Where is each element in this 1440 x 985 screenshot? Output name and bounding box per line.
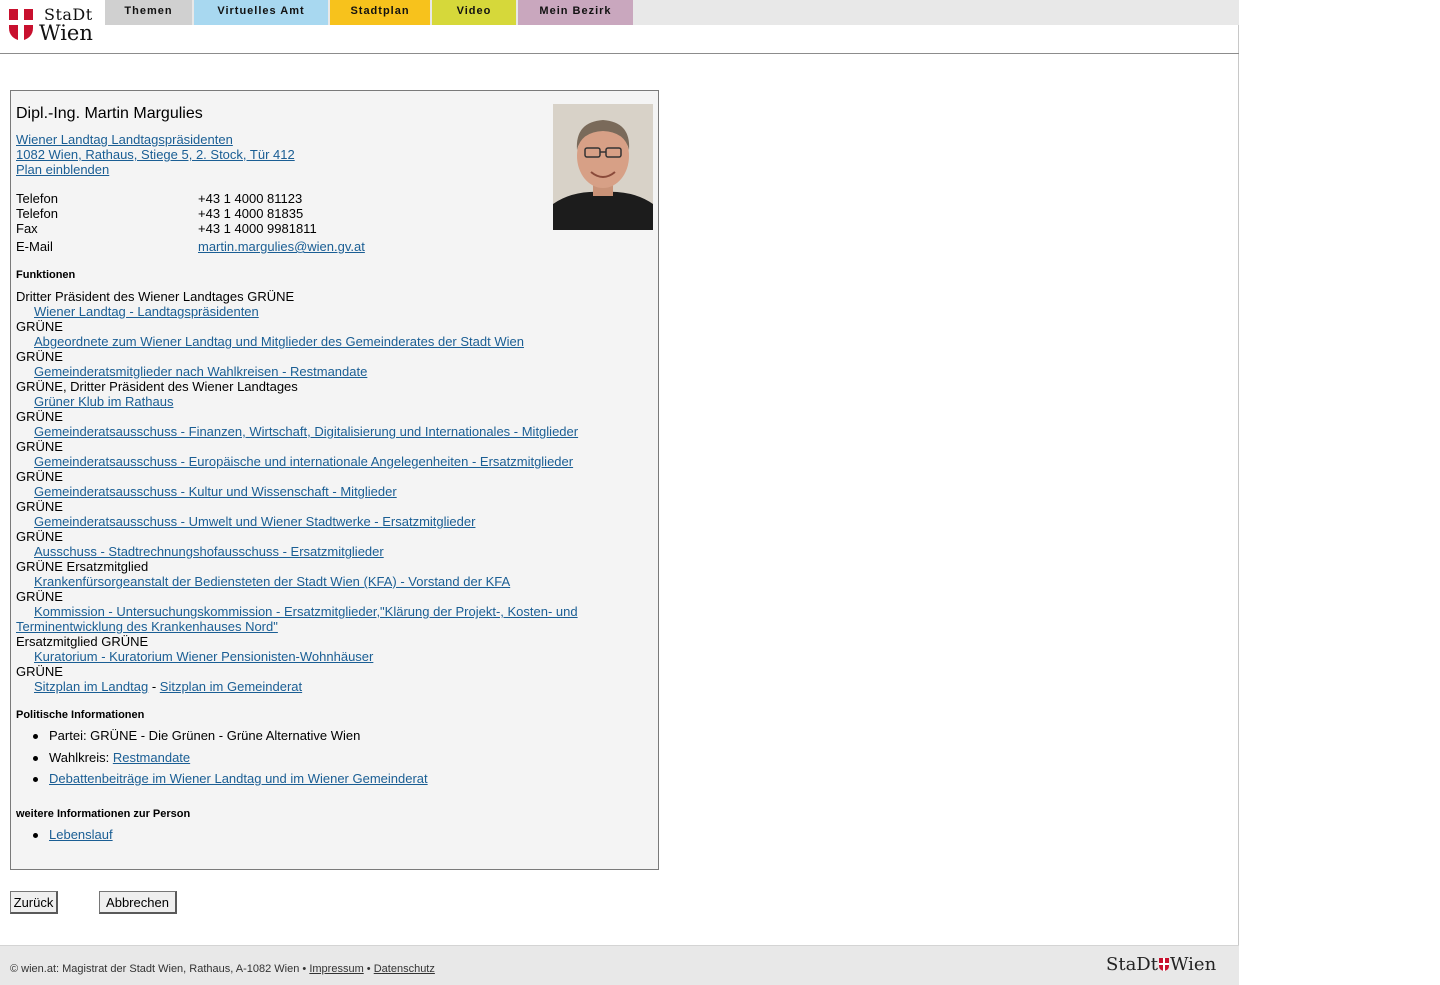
list-bullet bbox=[33, 777, 38, 782]
nav-tab-video[interactable]: Video bbox=[432, 0, 516, 25]
contact-label: Telefon bbox=[16, 191, 58, 206]
lebenslauf-link[interactable]: Lebenslauf bbox=[49, 827, 113, 842]
contact-value: +43 1 4000 9981811 bbox=[198, 221, 317, 236]
list-bullet bbox=[33, 756, 38, 761]
contact-value: +43 1 4000 81123 bbox=[198, 191, 303, 206]
wien-shield-icon bbox=[9, 9, 33, 41]
nav-tab-virtuelles-amt[interactable]: Virtuelles Amt bbox=[194, 0, 328, 25]
back-button[interactable]: Zurück bbox=[10, 891, 58, 914]
address-link[interactable]: 1082 Wien, Rathaus, Stiege 5, 2. Stock, … bbox=[16, 147, 295, 162]
sitzplan-row: Sitzplan im Landtag - Sitzplan im Gemein… bbox=[34, 679, 302, 694]
sitzplan-gemeinderat-link[interactable]: Sitzplan im Gemeinderat bbox=[160, 679, 302, 694]
function-link[interactable]: Gemeinderatsausschuss - Kultur und Wisse… bbox=[34, 484, 397, 499]
nav-tab-stadtplan[interactable]: Stadtplan bbox=[330, 0, 430, 25]
politische-heading: Politische Informationen bbox=[16, 709, 145, 721]
debatten-link[interactable]: Debattenbeiträge im Wiener Landtag und i… bbox=[49, 771, 428, 786]
partei-info: Partei: GRÜNE - Die Grünen - Grüne Alter… bbox=[49, 728, 361, 743]
nav-tab-themen[interactable]: Themen bbox=[105, 0, 192, 25]
right-margin bbox=[1240, 0, 1440, 985]
sitzplan-separator: - bbox=[151, 679, 157, 694]
function-link[interactable]: Ausschuss - Stadtrechnungshofausschuss -… bbox=[34, 544, 384, 559]
site-footer: © wien.at: Magistrat der Stadt Wien, Rat… bbox=[0, 945, 1239, 985]
footer-logo-wien: Wien bbox=[1169, 954, 1217, 975]
org-link[interactable]: Wiener Landtag Landtagspräsidenten bbox=[16, 132, 233, 147]
function-link[interactable]: Krankenfürsorgeanstalt der Bediensteten … bbox=[34, 574, 510, 589]
person-photo bbox=[553, 104, 653, 230]
impressum-link[interactable]: Impressum bbox=[309, 963, 363, 975]
wahlkreis-label: Wahlkreis: bbox=[49, 750, 110, 765]
function-link[interactable]: Gemeinderatsausschuss - Umwelt und Wiene… bbox=[34, 514, 475, 529]
contact-label: E-Mail bbox=[16, 239, 53, 254]
function-role: GRÜNE Ersatzmitglied bbox=[16, 559, 149, 574]
function-role: GRÜNE bbox=[16, 349, 63, 364]
cancel-button[interactable]: Abbrechen bbox=[99, 891, 177, 914]
contact-value: +43 1 4000 81835 bbox=[198, 206, 304, 221]
footer-logo-stadt: StaDt bbox=[1106, 954, 1158, 975]
logo-line-wien: Wien bbox=[39, 21, 93, 45]
function-link[interactable]: Kommission - Untersuchungskommission - E… bbox=[34, 604, 578, 619]
footer-separator: • bbox=[366, 963, 371, 975]
contact-label: Telefon bbox=[16, 206, 58, 221]
main-nav: Themen Virtuelles Amt Stadtplan Video Me… bbox=[105, 0, 1239, 25]
site-header: StaDt Wien Themen Virtuelles Amt Stadtpl… bbox=[0, 0, 1239, 54]
function-link[interactable]: Wiener Landtag - Landtagspräsidenten bbox=[34, 304, 259, 319]
function-link[interactable]: Gemeinderatsausschuss - Europäische und … bbox=[34, 454, 573, 469]
function-role: Dritter Präsident des Wiener Landtages G… bbox=[16, 289, 295, 304]
wahlkreis-link[interactable]: Restmandate bbox=[113, 750, 190, 765]
function-role: GRÜNE, Dritter Präsident des Wiener Land… bbox=[16, 379, 298, 394]
person-card: Dipl.-Ing. Martin Margulies Wiener Landt… bbox=[10, 90, 659, 870]
function-link[interactable]: Kuratorium - Kuratorium Wiener Pensionis… bbox=[34, 649, 373, 664]
function-role: GRÜNE bbox=[16, 529, 63, 544]
wien-shield-icon bbox=[1158, 958, 1169, 971]
footer-stadt-wien-logo[interactable]: StaDt Wien bbox=[1106, 954, 1216, 975]
person-name: Dipl.-Ing. Martin Margulies bbox=[16, 105, 203, 122]
function-link-continued[interactable]: Terminentwicklung des Krankenhauses Nord… bbox=[16, 619, 278, 634]
function-role: GRÜNE bbox=[16, 499, 63, 514]
footer-copyright: © wien.at: Magistrat der Stadt Wien, Rat… bbox=[10, 963, 307, 975]
function-link[interactable]: Grüner Klub im Rathaus bbox=[34, 394, 173, 409]
weitere-heading: weitere Informationen zur Person bbox=[16, 808, 191, 820]
page: StaDt Wien Themen Virtuelles Amt Stadtpl… bbox=[0, 0, 1239, 985]
function-role: GRÜNE bbox=[16, 469, 63, 484]
footer-text: © wien.at: Magistrat der Stadt Wien, Rat… bbox=[10, 963, 435, 975]
sitzplan-landtag-link[interactable]: Sitzplan im Landtag bbox=[34, 679, 148, 694]
function-link[interactable]: Abgeordnete zum Wiener Landtag und Mitgl… bbox=[34, 334, 524, 349]
contact-label: Fax bbox=[16, 221, 38, 236]
stadt-wien-logo[interactable]: StaDt Wien bbox=[6, 5, 100, 45]
datenschutz-link[interactable]: Datenschutz bbox=[374, 963, 435, 975]
list-bullet bbox=[33, 734, 38, 739]
function-link[interactable]: Gemeinderatsmitglieder nach Wahlkreisen … bbox=[34, 364, 367, 379]
function-role: GRÜNE bbox=[16, 439, 63, 454]
email-link[interactable]: martin.margulies@wien.gv.at bbox=[198, 239, 365, 254]
function-role: GRÜNE bbox=[16, 664, 63, 679]
funktionen-heading: Funktionen bbox=[16, 269, 76, 281]
nav-tab-mein-bezirk[interactable]: Mein Bezirk bbox=[518, 0, 633, 25]
plan-link[interactable]: Plan einblenden bbox=[16, 162, 109, 177]
list-bullet bbox=[33, 833, 38, 838]
function-role: Ersatzmitglied GRÜNE bbox=[16, 634, 149, 649]
function-role: GRÜNE bbox=[16, 409, 63, 424]
function-role: GRÜNE bbox=[16, 319, 63, 334]
function-link[interactable]: Gemeinderatsausschuss - Finanzen, Wirtsc… bbox=[34, 424, 578, 439]
wahlkreis-item: Wahlkreis: Restmandate bbox=[49, 750, 190, 765]
function-role: GRÜNE bbox=[16, 589, 63, 604]
